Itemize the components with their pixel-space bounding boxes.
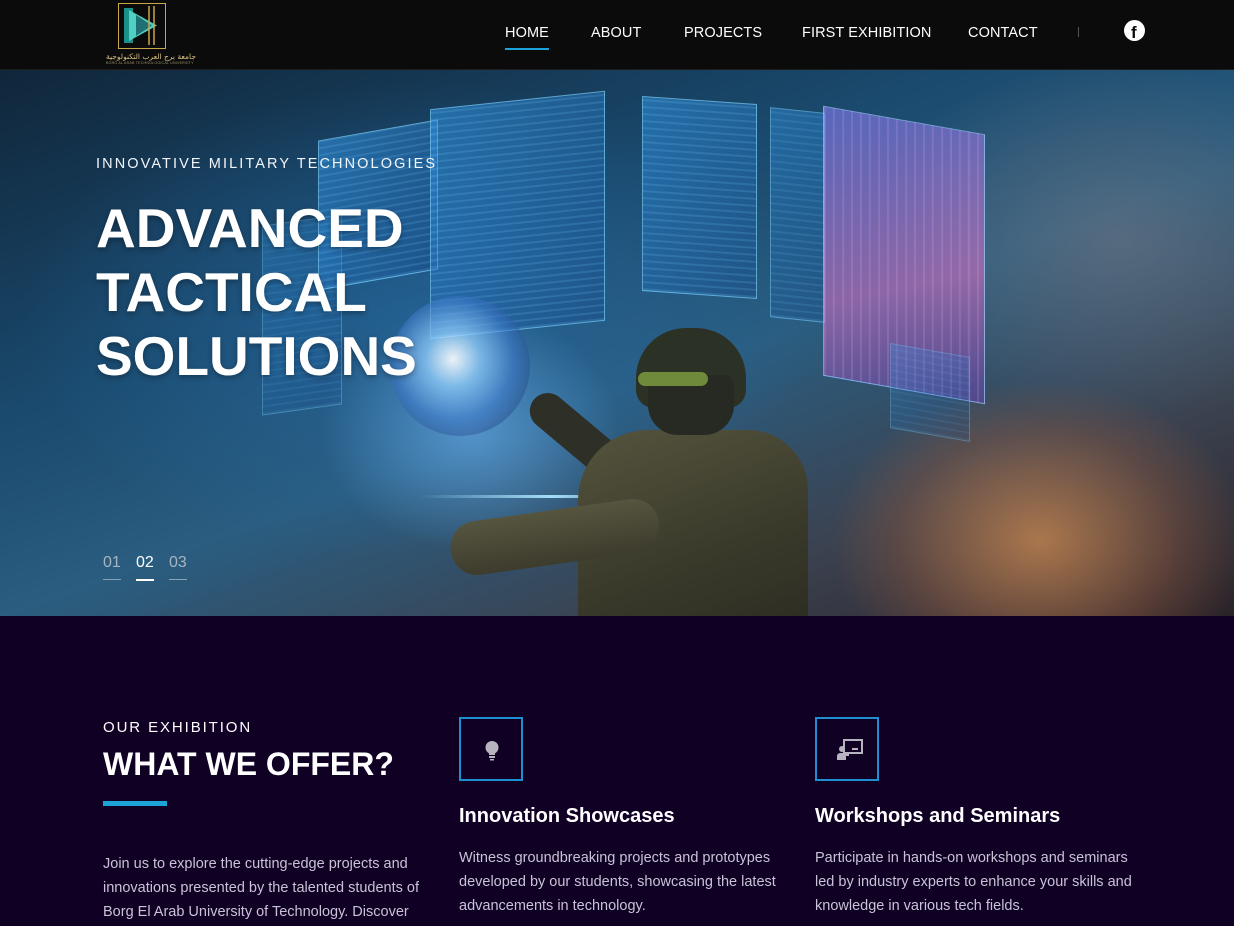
logo-play-icon bbox=[118, 3, 166, 49]
slide-indicator-3[interactable]: 03 bbox=[169, 554, 187, 580]
section-description: Join us to explore the cutting-edge proj… bbox=[103, 856, 419, 920]
facebook-glyph: f bbox=[1131, 23, 1137, 42]
section-eyebrow: OUR EXHIBITION bbox=[103, 719, 253, 736]
lightbulb-icon bbox=[459, 717, 523, 781]
slide-indicator-1[interactable]: 01 bbox=[103, 554, 121, 580]
hero-title: ADVANCED TACTICAL SOLUTIONS bbox=[96, 197, 417, 387]
card-title: Innovation Showcases bbox=[459, 805, 675, 827]
facebook-icon[interactable]: f bbox=[1124, 20, 1145, 42]
card-title: Workshops and Seminars bbox=[815, 805, 1061, 827]
slide-indicator-2[interactable]: 02 bbox=[136, 554, 154, 581]
top-navbar: جامعة برج العرب التكنولوجية BORG AL ARAB… bbox=[0, 0, 1234, 70]
title-underline bbox=[103, 801, 167, 806]
card-text: Participate in hands-on workshops and se… bbox=[815, 850, 1132, 914]
what-we-offer-section: OUR EXHIBITION WHAT WE OFFER? Join us to… bbox=[0, 616, 1234, 926]
nav-link-first-exhibition[interactable]: FIRST EXHIBITION bbox=[802, 25, 931, 41]
card-text: Witness groundbreaking projects and prot… bbox=[459, 850, 776, 914]
hero-subtitle: INNOVATIVE MILITARY TECHNOLOGIES bbox=[96, 156, 438, 172]
university-logo[interactable]: جامعة برج العرب التكنولوجية BORG AL ARAB… bbox=[106, 3, 196, 65]
nav-divider bbox=[1078, 27, 1079, 37]
nav-link-about[interactable]: ABOUT bbox=[591, 25, 641, 41]
hero-slider: INNOVATIVE MILITARY TECHNOLOGIES ADVANCE… bbox=[0, 70, 1234, 616]
nav-link-projects[interactable]: PROJECTS bbox=[684, 25, 762, 41]
nav-link-contact[interactable]: CONTACT bbox=[968, 25, 1038, 41]
nav-link-home[interactable]: HOME bbox=[505, 25, 549, 50]
logo-arabic-name: جامعة برج العرب التكنولوجية bbox=[106, 52, 196, 61]
presentation-icon bbox=[815, 717, 879, 781]
section-title: WHAT WE OFFER? bbox=[103, 746, 394, 782]
logo-english-name: BORG AL ARAB TECHNOLOGICAL UNIVERSITY bbox=[106, 61, 194, 65]
